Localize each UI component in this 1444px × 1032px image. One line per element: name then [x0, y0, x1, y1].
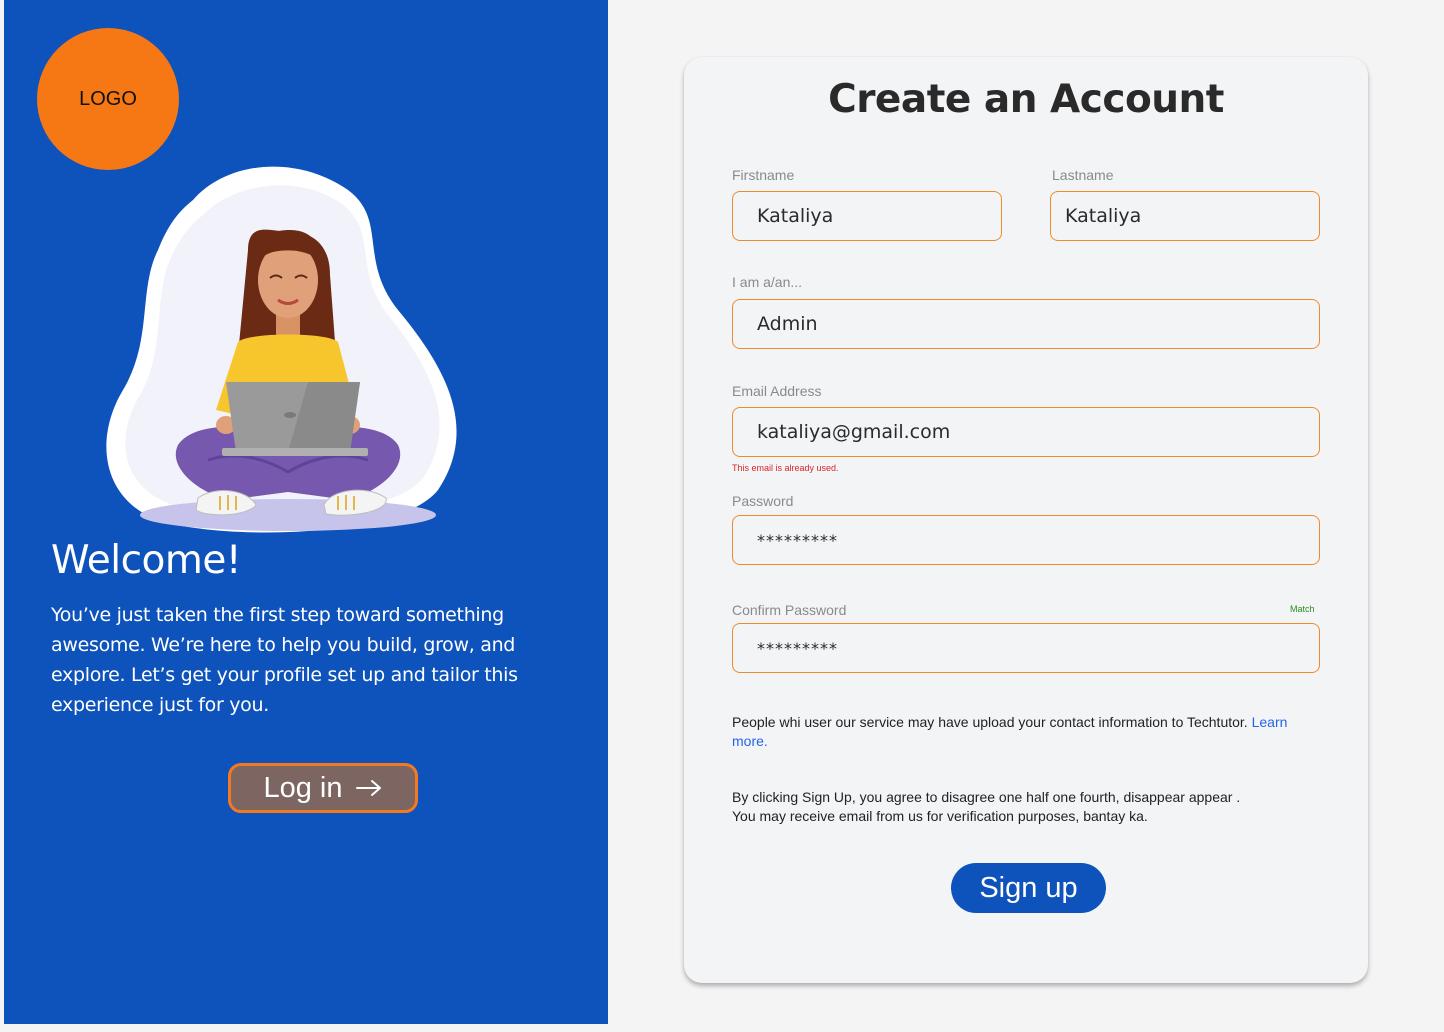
- signup-button[interactable]: Sign up: [951, 863, 1106, 913]
- password-label: Password: [732, 493, 794, 509]
- confirm-password-input[interactable]: *********: [732, 623, 1320, 673]
- woman-laptop-illustration: [106, 166, 457, 533]
- login-button-label: Log in: [263, 771, 343, 804]
- email-error-message: This email is already used.: [732, 463, 839, 473]
- password-input[interactable]: *********: [732, 515, 1320, 565]
- confirm-password-value: *********: [757, 638, 838, 658]
- terms-line-2: You may receive email from us for verifi…: [732, 808, 1148, 824]
- signup-card: Create an Account Firstname Kataliya Las…: [684, 57, 1368, 983]
- contact-info-body: People whi user our service may have upl…: [732, 714, 1248, 730]
- role-input[interactable]: Admin: [732, 299, 1320, 349]
- logo: LOGO: [37, 28, 179, 170]
- terms-line-1: By clicking Sign Up, you agree to disagr…: [732, 789, 1241, 805]
- email-input[interactable]: kataliya@gmail.com: [732, 407, 1320, 457]
- role-value: Admin: [757, 313, 818, 335]
- email-label: Email Address: [732, 383, 822, 399]
- lastname-value: Kataliya: [1065, 205, 1142, 227]
- login-button[interactable]: Log in: [228, 763, 418, 813]
- firstname-label: Firstname: [732, 167, 795, 183]
- arrow-right-icon: [355, 780, 381, 796]
- welcome-title: Welcome!: [51, 538, 242, 583]
- password-value: *********: [757, 530, 838, 550]
- lastname-label: Lastname: [1052, 167, 1114, 183]
- contact-info-text: People whi user our service may have upl…: [732, 713, 1292, 751]
- email-value: kataliya@gmail.com: [757, 421, 951, 443]
- welcome-panel: LOGO Welcome! You’ve just taken the firs…: [4, 0, 608, 1024]
- logo-text: LOGO: [79, 87, 137, 110]
- confirm-password-label: Confirm Password: [732, 602, 847, 618]
- role-label: I am a/an...: [732, 274, 803, 290]
- welcome-text: You’ve just taken the first step toward …: [51, 604, 518, 716]
- signup-button-label: Sign up: [979, 871, 1078, 904]
- lastname-input[interactable]: Kataliya: [1050, 191, 1320, 241]
- terms-text: By clicking Sign Up, you agree to disagr…: [732, 788, 1292, 826]
- password-match-status: Match: [1290, 604, 1315, 614]
- firstname-value: Kataliya: [757, 205, 834, 227]
- card-title: Create an Account: [828, 77, 1224, 122]
- firstname-input[interactable]: Kataliya: [732, 191, 1002, 241]
